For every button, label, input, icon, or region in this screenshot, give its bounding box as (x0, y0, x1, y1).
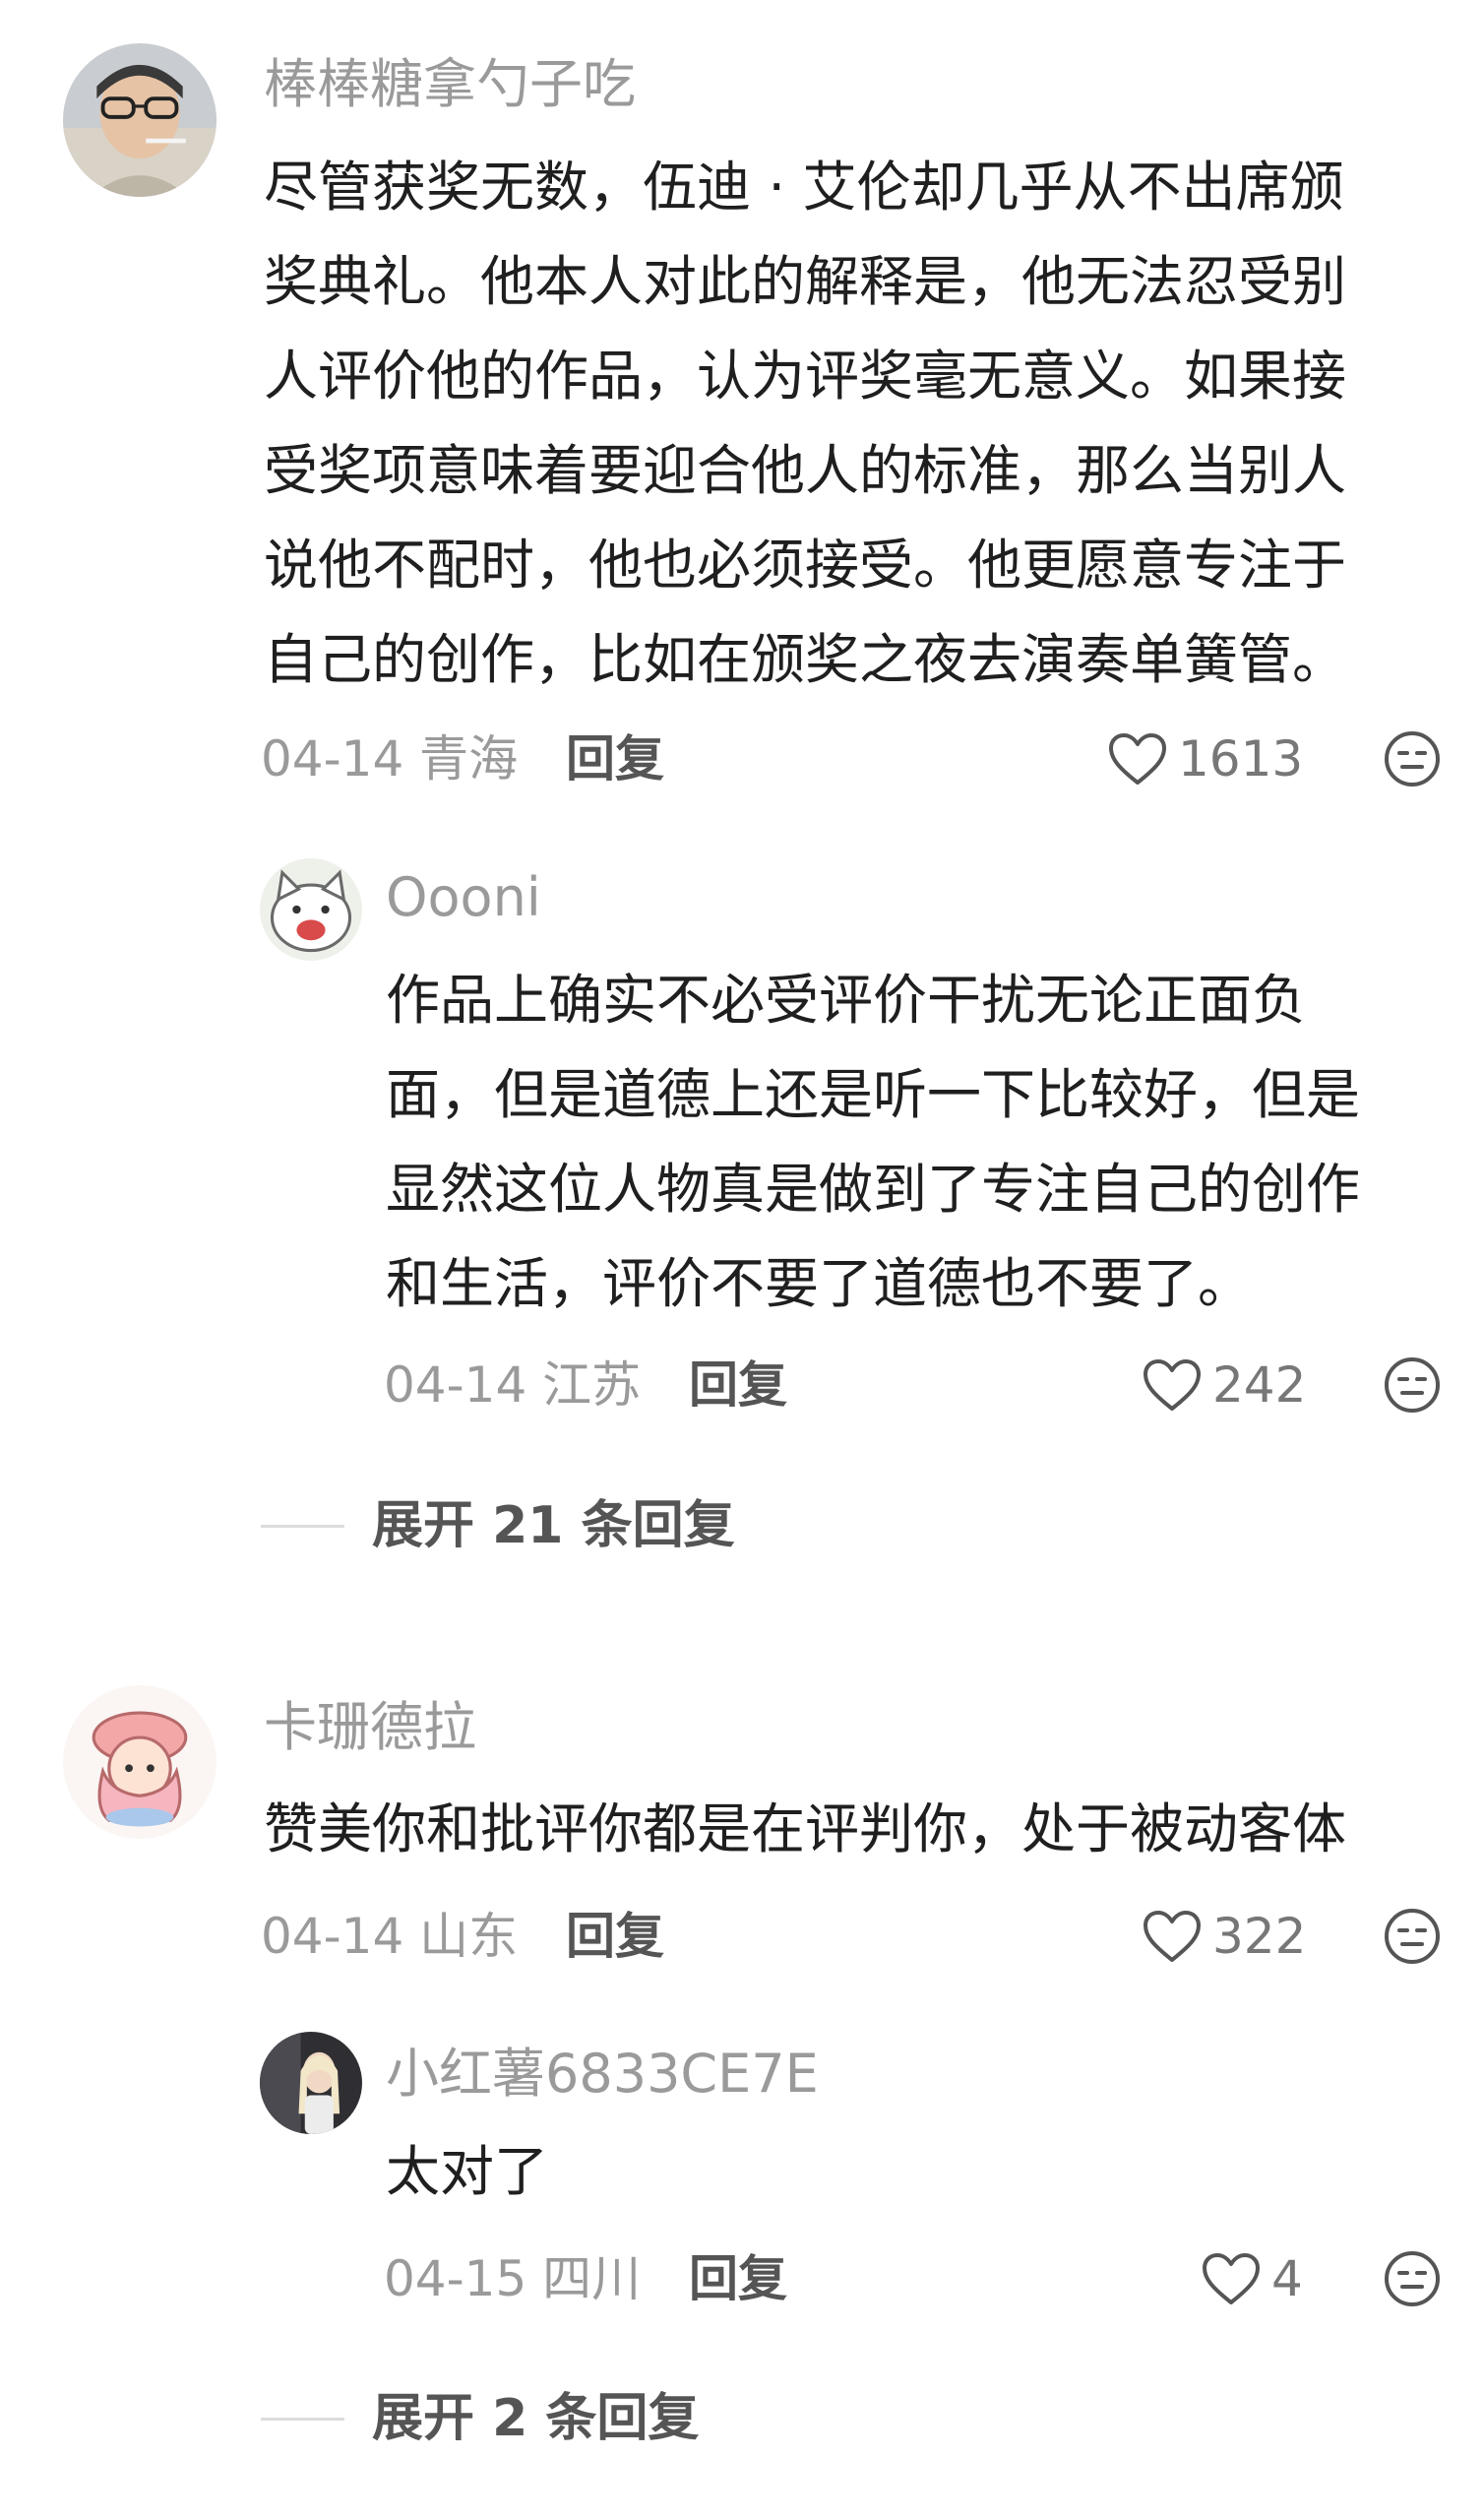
divider (261, 1524, 344, 1528)
reply-button[interactable]: 回复 (566, 724, 664, 793)
heart-outline-icon (1144, 1911, 1201, 1962)
like-button[interactable]: 322 (1142, 1902, 1306, 1971)
dislike-button[interactable] (1383, 1355, 1442, 1415)
dislike-button[interactable] (1383, 1907, 1442, 1966)
like-count: 1613 (1178, 730, 1304, 788)
like-button[interactable]: 1613 (1107, 724, 1303, 793)
comment-text-line: 赞美你和批评你都是在评判你，处于被动客体 (264, 1797, 1347, 1860)
reply-text-line: 显然这位人物真是做到了专注自己的创作 (386, 1158, 1361, 1221)
expand-replies-button[interactable]: 展开 2 条回复 (261, 2384, 699, 2453)
reply-button[interactable]: 回复 (689, 1351, 787, 1419)
meh-face-icon (1385, 1357, 1440, 1413)
reply-button[interactable]: 回复 (689, 2244, 787, 2313)
date-location: 04-14 山东 (261, 1908, 519, 1965)
dislike-button[interactable] (1383, 2249, 1442, 2308)
reply-text: 太对了 (386, 2124, 548, 2219)
avatar[interactable] (260, 858, 362, 961)
date-location: 04-14 青海 (261, 730, 519, 788)
comment-text-line: 尽管获奖无数，伍迪 · 艾伦却几乎从不出席颁 (264, 156, 1344, 219)
reply-button[interactable]: 回复 (566, 1902, 664, 1971)
reply-meta: 04-15 四川 回复 4 (384, 2244, 1442, 2313)
like-count: 4 (1271, 2250, 1303, 2307)
comment-text-line: 自己的创作，比如在颁奖之夜去演奏单簧管。 (264, 628, 1347, 691)
date-location: 04-15 四川 (384, 2250, 642, 2307)
avatar[interactable] (63, 43, 216, 197)
date-location: 04-14 江苏 (384, 1356, 642, 1414)
comment-text-line: 人评价他的作品，认为评奖毫无意义。如果接 (264, 345, 1347, 408)
comment-text: 赞美你和批评你都是在评判你，处于被动客体 (264, 1782, 1346, 1876)
comment-text-line: 奖典礼。他本人对此的解释是，他无法忍受别 (264, 250, 1347, 313)
like-count: 242 (1212, 1356, 1307, 1414)
dislike-button[interactable] (1383, 729, 1442, 788)
reply-text-line: 面，但是道德上还是听一下比较好，但是 (386, 1063, 1361, 1126)
expand-replies-label: 展开 21 条回复 (372, 1496, 735, 1555)
comment-meta: 04-14 山东 回复 322 (261, 1902, 1442, 1971)
meh-face-icon (1385, 2251, 1440, 2306)
reply-text: 作品上确实不必受评价干扰无论正面负 面，但是道德上还是听一下比较好，但是 显然这… (386, 953, 1360, 1331)
like-button[interactable]: 242 (1142, 1351, 1306, 1419)
comment-text-line: 受奖项意味着要迎合他人的标准，那么当别人 (264, 439, 1347, 502)
comment-text: 尽管获奖无数，伍迪 · 艾伦却几乎从不出席颁 奖典礼。他本人对此的解释是，他无法… (264, 140, 1346, 707)
reply-text-line: 和生活，评价不要了道德也不要了。 (386, 1252, 1253, 1315)
divider (261, 2417, 344, 2421)
heart-outline-icon (1144, 1359, 1201, 1411)
avatar[interactable] (260, 2032, 362, 2134)
username[interactable]: 棒棒糖拿勺子吃 (264, 53, 636, 116)
like-button[interactable]: 4 (1201, 2244, 1303, 2313)
expand-replies-button[interactable]: 展开 21 条回复 (261, 1491, 735, 1560)
comment-meta: 04-14 青海 回复 1613 (261, 724, 1442, 793)
like-count: 322 (1212, 1908, 1307, 1965)
reply-meta: 04-14 江苏 回复 242 (384, 1351, 1442, 1419)
expand-replies-label: 展开 2 条回复 (372, 2389, 700, 2448)
username[interactable]: Oooni (386, 866, 541, 929)
reply-text-line: 太对了 (386, 2140, 549, 2203)
meh-face-icon (1385, 731, 1440, 787)
meh-face-icon (1385, 1909, 1440, 1964)
reply-text-line: 作品上确实不必受评价干扰无论正面负 (386, 969, 1307, 1032)
comment-text-line: 说他不配时，他也必须接受。他更愿意专注于 (264, 534, 1347, 597)
username[interactable]: 小红薯6833CE7E (386, 2043, 819, 2106)
heart-outline-icon (1203, 2253, 1260, 2304)
avatar[interactable] (63, 1685, 216, 1839)
heart-outline-icon (1109, 733, 1166, 785)
username[interactable]: 卡珊德拉 (264, 1696, 476, 1759)
